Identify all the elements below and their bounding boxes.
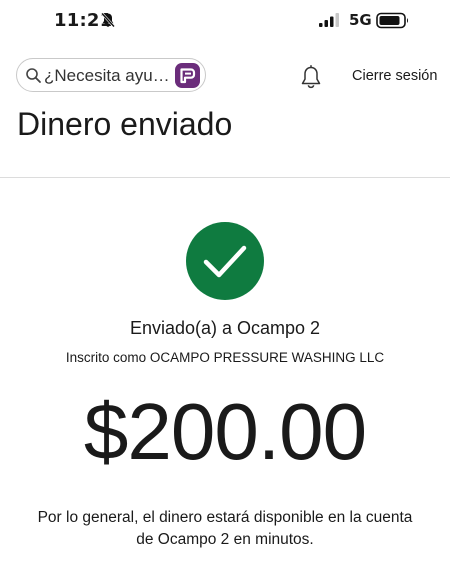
battery-icon [376,12,410,29]
help-search-input[interactable]: ¿Necesita ayu… [16,58,206,92]
status-bar: 11:21 5G [0,0,450,42]
amount-sent: $200.00 [83,387,367,476]
logout-link[interactable]: Cierre sesión [352,68,437,84]
registered-name-line: Inscrito como OCAMPO PRESSURE WASHING LL… [65,350,385,365]
availability-note-line-1: Por lo general, el dinero estará disponi… [37,509,413,526]
virtual-assistant-icon[interactable] [175,63,200,88]
availability-note: Por lo general, el dinero estará disponi… [10,507,440,551]
header-divider [0,177,450,178]
bell-muted-icon [100,12,116,28]
availability-note-line-2: de Ocampo 2 en minutos. [136,531,314,548]
notification-bell-icon[interactable] [299,64,323,90]
recipient-line: Enviado(a) a Ocampo 2 [129,318,321,338]
cellular-signal-icon [318,12,342,28]
search-icon [25,67,42,84]
success-checkmark-icon [186,222,264,300]
network-type: 5G [349,11,372,29]
page-title: Dinero enviado [17,106,233,142]
search-placeholder: ¿Necesita ayu… [44,66,170,85]
